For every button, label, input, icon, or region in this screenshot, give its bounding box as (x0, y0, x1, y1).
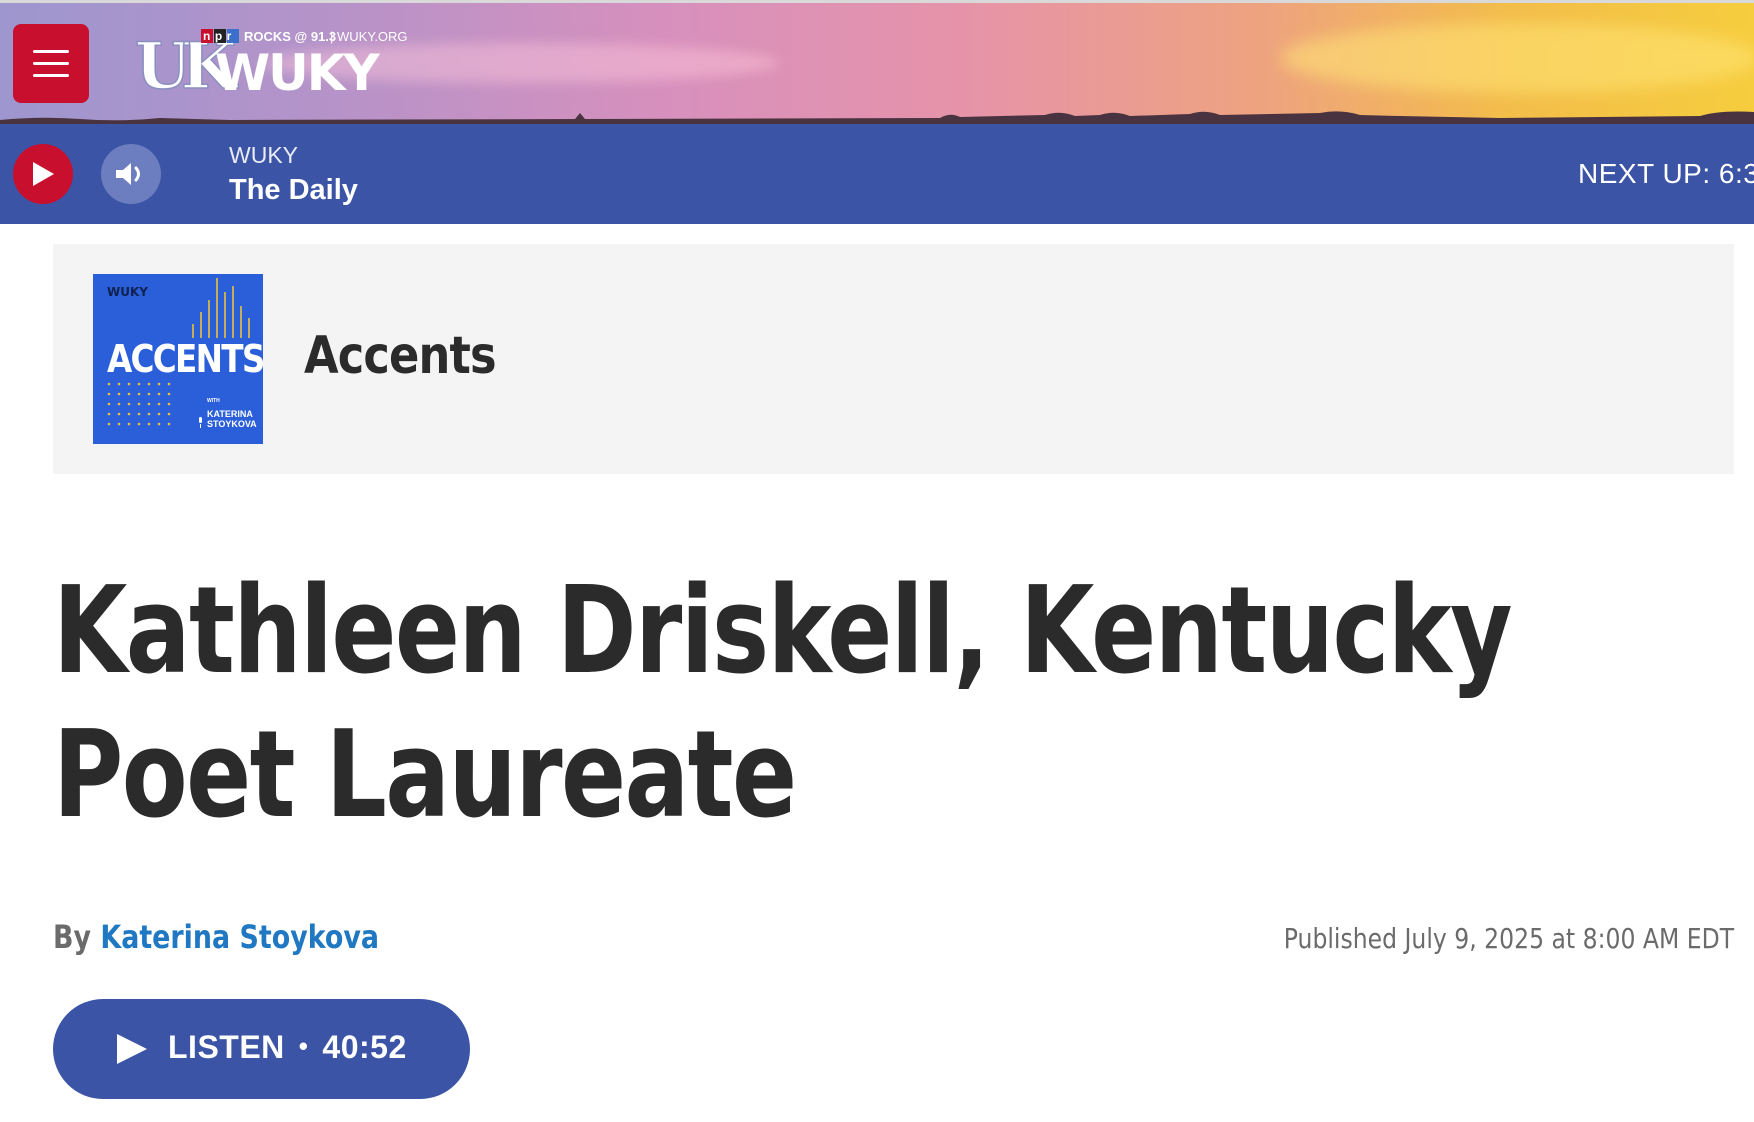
cover-brand-text: WUKY (107, 285, 148, 299)
published-date: Published July 9, 2025 at 8:00 AM EDT (1283, 922, 1734, 955)
logo-npr-text: npr (203, 29, 236, 43)
logo-url: WUKY.ORG (337, 29, 408, 44)
podcast-cover-art[interactable]: WUKY ACCENTS WITH KATERINA STOYKOVA (93, 274, 263, 444)
article-headline: Kathleen Driskell, Kentucky Poet Laureat… (53, 562, 1513, 845)
listen-label: LISTEN (168, 1029, 285, 1065)
live-player-bar: WUKY The Daily NEXT UP: 6:3 (0, 124, 1754, 224)
byline-prefix: By (53, 918, 92, 956)
station-name: WUKY (229, 142, 298, 168)
listen-duration: 40:52 (322, 1029, 407, 1065)
banner-cloud (1280, 23, 1754, 93)
byline: By Katerina Stoykova (53, 918, 379, 956)
hamburger-icon-line (33, 74, 69, 77)
next-up-label[interactable]: NEXT UP: 6:3 (1578, 158, 1754, 190)
cover-host-last: STOYKOVA (207, 419, 257, 429)
wuky-logo[interactable]: UK npr ROCKS @ 91.3 | WUKY.ORG WUKY (135, 26, 425, 100)
svg-text:|: | (330, 29, 333, 44)
podcast-cover-graphic: WUKY ACCENTS WITH KATERINA STOYKOVA (93, 274, 263, 444)
cover-with-text: WITH (207, 398, 220, 404)
logo-tagline: ROCKS @ 91.3 (244, 29, 336, 44)
play-icon (33, 162, 54, 186)
listen-label-group: LISTEN • 40:52 (168, 1029, 407, 1066)
logo-wuky-text: WUKY (215, 44, 380, 100)
listen-separator: • (298, 1031, 309, 1061)
author-link[interactable]: Katerina Stoykova (100, 918, 379, 956)
menu-button[interactable] (13, 24, 89, 103)
program-title[interactable]: The Daily (229, 174, 358, 207)
cover-host-first: KATERINA (207, 409, 253, 419)
hamburger-icon (33, 50, 69, 53)
play-button[interactable] (13, 144, 73, 204)
next-up-container: NEXT UP: 6:3 (1560, 124, 1754, 224)
podcast-header-card: WUKY ACCENTS WITH KATERINA STOYKOVA Acce… (53, 244, 1734, 474)
cover-title-text: ACCENTS (107, 338, 263, 382)
volume-icon (116, 163, 140, 185)
play-icon (117, 1034, 147, 1064)
horizon-silhouette (0, 111, 1754, 124)
podcast-title-link[interactable]: Accents (304, 326, 497, 386)
volume-button[interactable] (101, 144, 161, 204)
listen-button[interactable]: LISTEN • 40:52 (53, 999, 470, 1099)
hamburger-icon-line (33, 62, 69, 65)
